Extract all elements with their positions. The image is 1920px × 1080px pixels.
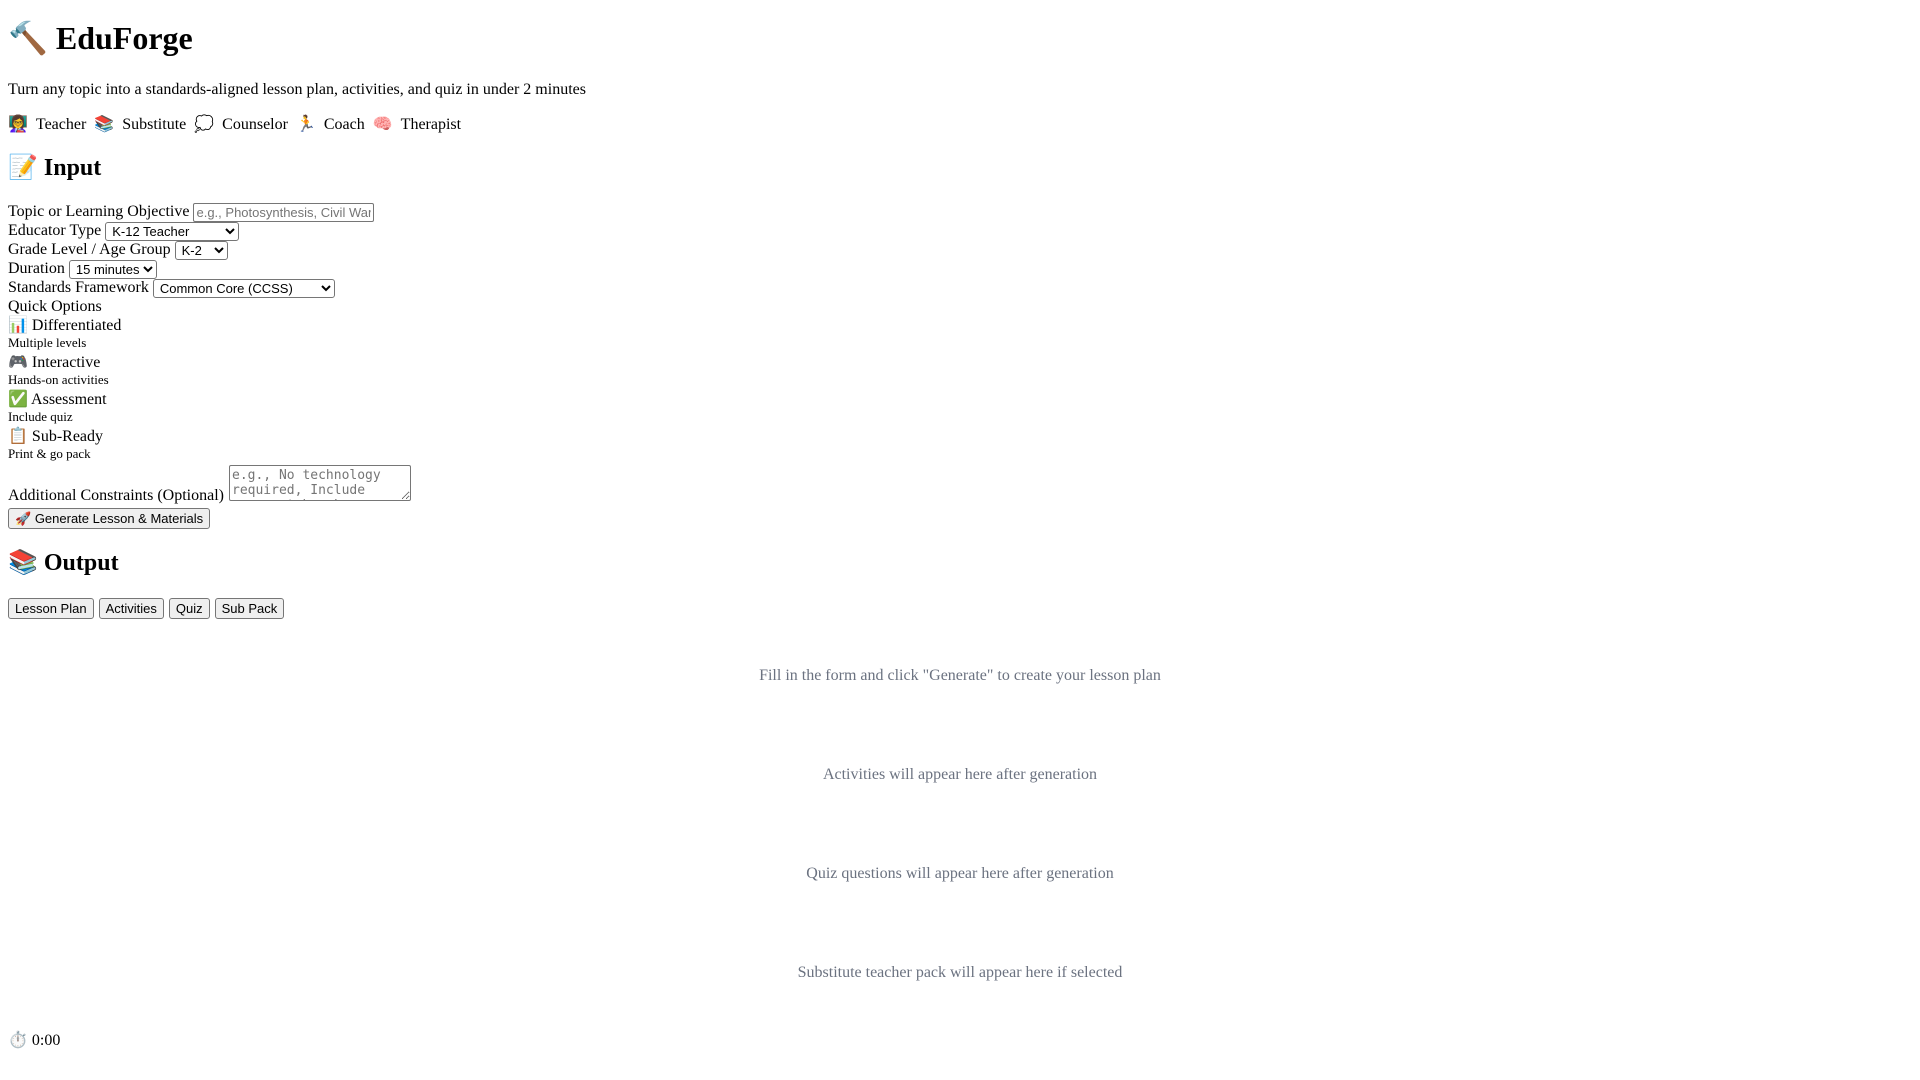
quick-option-interactive[interactable]: 🎮 Interactive Hands-on activities: [8, 354, 1908, 391]
books-icon: 📚: [94, 116, 115, 133]
quiz-placeholder: Quiz questions will appear here after ge…: [806, 865, 1114, 882]
educator-type-label: Educator Type: [8, 222, 102, 239]
tagline: Turn any topic into a standards-aligned …: [8, 81, 586, 98]
grade-level-row: Grade Level / Age Group K-2: [8, 241, 1908, 260]
educator-type-row: Educator Type K-12 Teacher: [8, 222, 1908, 241]
role-list: 👩‍🏫 Teacher 📚 Substitute 💭 Counselor 🏃 C…: [8, 116, 461, 134]
tab-quiz[interactable]: Quiz: [168, 598, 210, 619]
memo-icon: 📝: [8, 155, 38, 181]
role-therapist: 🧠 Therapist: [372, 116, 462, 133]
topic-input[interactable]: [193, 203, 375, 222]
constraints-label: Additional Constraints (Optional): [8, 487, 224, 504]
generate-button[interactable]: 🚀 Generate Lesson & Materials: [8, 508, 211, 529]
duration-label: Duration: [8, 260, 65, 277]
quick-option-differentiated[interactable]: 📊 Differentiated Multiple levels: [8, 317, 1908, 354]
constraints-textarea[interactable]: [229, 465, 411, 501]
standards-select[interactable]: Common Core (CCSS): [152, 279, 335, 298]
quick-options-label: Quick Options: [8, 298, 102, 315]
teacher-icon: 👩‍🏫: [8, 116, 28, 133]
bar-chart-icon: 📊: [8, 317, 28, 334]
check-mark-icon: ✅: [8, 391, 28, 408]
output-heading: 📚 Output: [8, 550, 119, 576]
clipboard-icon: 📋: [8, 428, 28, 445]
role-coach: 🏃 Coach: [295, 116, 365, 133]
standards-label: Standards Framework: [8, 279, 149, 296]
game-controller-icon: 🎮: [8, 354, 28, 371]
duration-select[interactable]: 15 minutes: [68, 260, 157, 279]
brain-icon: 🧠: [372, 116, 393, 133]
runner-icon: 🏃: [295, 116, 316, 133]
role-substitute: 📚 Substitute: [94, 116, 187, 133]
thought-bubble-icon: 💭: [194, 116, 215, 133]
activities-placeholder: Activities will appear here after genera…: [822, 766, 1098, 783]
tab-sub-pack[interactable]: Sub Pack: [214, 598, 285, 619]
standards-row: Standards Framework Common Core (CCSS): [8, 279, 1908, 298]
tab-lesson-plan[interactable]: Lesson Plan: [8, 598, 94, 619]
timer: ⏱️ 0:00: [8, 1032, 60, 1050]
hammer-icon: 🔨: [8, 20, 48, 56]
lesson-form: Topic or Learning Objective Educator Typ…: [8, 203, 1908, 504]
role-teacher: 👩‍🏫 Teacher: [8, 116, 87, 133]
app-title-text: EduForge: [55, 20, 193, 56]
duration-row: Duration 15 minutes: [8, 260, 1908, 279]
topic-label: Topic or Learning Objective: [8, 203, 190, 220]
sub-pack-placeholder: Substitute teacher pack will appear here…: [797, 964, 1123, 981]
stopwatch-icon: ⏱️: [8, 1032, 28, 1049]
topic-row: Topic or Learning Objective: [8, 203, 1908, 222]
quick-option-sub-ready[interactable]: 📋 Sub-Ready Print & go pack: [8, 428, 1908, 465]
books-icon: 📚: [8, 550, 38, 576]
lesson-plan-placeholder: Fill in the form and click "Generate" to…: [759, 667, 1161, 684]
app-title: 🔨 EduForge: [8, 20, 193, 57]
quick-option-assessment[interactable]: ✅ Assessment Include quiz: [8, 391, 1908, 428]
role-counselor: 💭 Counselor: [194, 116, 288, 133]
tab-activities[interactable]: Activities: [98, 598, 164, 619]
grade-level-label: Grade Level / Age Group: [8, 241, 171, 258]
output-tabs: Lesson Plan Activities Quiz Sub Pack: [8, 598, 285, 619]
grade-level-select[interactable]: K-2: [174, 241, 228, 260]
educator-type-select[interactable]: K-12 Teacher: [105, 222, 240, 241]
input-heading: 📝 Input: [8, 155, 102, 181]
constraints-row: Additional Constraints (Optional): [8, 465, 1908, 504]
rocket-icon: 🚀: [15, 510, 32, 526]
timer-value: 0:00: [31, 1032, 61, 1049]
